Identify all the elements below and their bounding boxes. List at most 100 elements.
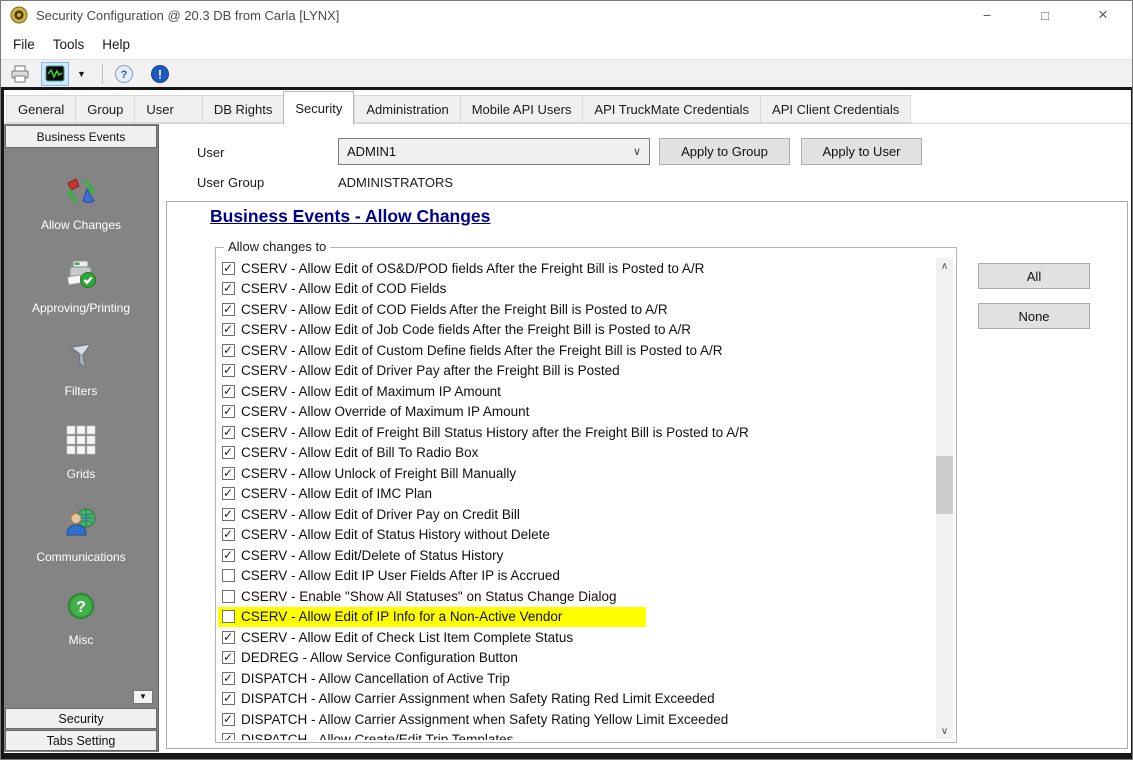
list-item[interactable]: CSERV - Allow Edit of Check List Item Co… [218, 627, 934, 648]
checkbox[interactable] [222, 262, 235, 275]
checkbox[interactable] [222, 651, 235, 664]
list-item-label: CSERV - Allow Edit of Job Code fields Af… [241, 322, 691, 337]
about-button[interactable]: ! [147, 62, 173, 86]
list-item[interactable]: CSERV - Allow Edit of Job Code fields Af… [218, 320, 934, 341]
checkbox[interactable] [222, 672, 235, 685]
shapes-sync-icon [63, 173, 99, 209]
scroll-up-icon[interactable]: ∧ [936, 258, 953, 274]
list-item-label: DISPATCH - Allow Carrier Assignment when… [241, 691, 715, 706]
sidebar-item-label: Approving/Printing [32, 301, 130, 315]
tab-mobile-api-users[interactable]: Mobile API Users [460, 95, 583, 123]
sidebar-header-business-events[interactable]: Business Events [5, 125, 157, 148]
tab-db-rights[interactable]: DB Rights [202, 95, 284, 123]
list-item[interactable]: DISPATCH - Allow Cancellation of Active … [218, 668, 934, 689]
tab-api-truckmate-credentials[interactable]: API TruckMate Credentials [582, 95, 760, 123]
tab-administration[interactable]: Administration [354, 95, 459, 123]
maximize-button[interactable]: □ [1016, 1, 1074, 29]
sidebar: Business Events [4, 124, 159, 752]
checkbox[interactable] [222, 528, 235, 541]
list-item[interactable]: CSERV - Allow Edit of IP Info for a Non-… [218, 607, 934, 628]
list-item[interactable]: CSERV - Allow Edit of COD Fields After t… [218, 299, 934, 320]
all-button[interactable]: All [978, 263, 1090, 289]
sidebar-item-allow-changes[interactable]: Allow Changes [41, 173, 121, 232]
sidebar-item-grids[interactable]: Grids [63, 422, 99, 481]
scrollbar-thumb[interactable] [936, 456, 953, 514]
minimize-button[interactable]: − [958, 1, 1016, 29]
sidebar-button-tabs-setting[interactable]: Tabs Setting [5, 730, 157, 751]
sidebar-item-communications[interactable]: Communications [36, 505, 125, 564]
checkbox[interactable] [222, 487, 235, 500]
checkbox[interactable] [222, 426, 235, 439]
menu-file[interactable]: File [4, 32, 44, 57]
db-monitor-button[interactable] [41, 62, 69, 86]
checkbox[interactable] [222, 405, 235, 418]
list-item[interactable]: CSERV - Allow Edit of Freight Bill Statu… [218, 422, 934, 443]
checkbox[interactable] [222, 590, 235, 603]
tab-security[interactable]: Security [283, 91, 354, 124]
sidebar-item-approving-printing[interactable]: Approving/Printing [32, 256, 130, 315]
list-item[interactable]: CSERV - Allow Edit of Driver Pay after t… [218, 361, 934, 382]
svg-text:?: ? [121, 69, 128, 81]
list-item[interactable]: DISPATCH - Allow Create/Edit Trip Templa… [218, 730, 934, 741]
list-item[interactable]: CSERV - Allow Edit of Bill To Radio Box [218, 443, 934, 464]
checkbox[interactable] [222, 610, 235, 623]
list-item[interactable]: CSERV - Allow Edit of Driver Pay on Cred… [218, 504, 934, 525]
list-item-label: CSERV - Allow Edit of Driver Pay after t… [241, 363, 620, 378]
checkbox[interactable] [222, 549, 235, 562]
checkbox[interactable] [222, 733, 235, 740]
checkbox[interactable] [222, 569, 235, 582]
tab-user[interactable]: User [134, 95, 201, 123]
list-scrollbar[interactable]: ∧ ∨ [936, 258, 953, 739]
checkbox[interactable] [222, 467, 235, 480]
list-item[interactable]: CSERV - Enable "Show All Statuses" on St… [218, 586, 934, 607]
tab-api-client-credentials[interactable]: API Client Credentials [760, 95, 911, 123]
list-item[interactable]: CSERV - Allow Edit of IMC Plan [218, 484, 934, 505]
close-button[interactable]: × [1074, 1, 1132, 29]
help-button[interactable]: ? [111, 62, 137, 86]
list-item-label: CSERV - Allow Edit of Bill To Radio Box [241, 445, 478, 460]
tab-group[interactable]: Group [75, 95, 134, 123]
print-button[interactable] [7, 62, 33, 86]
checkbox[interactable] [222, 385, 235, 398]
checkbox[interactable] [222, 323, 235, 336]
sidebar-item-label: Allow Changes [41, 218, 121, 232]
checkbox[interactable] [222, 303, 235, 316]
sidebar-item-filters[interactable]: Filters [63, 339, 99, 398]
list-item[interactable]: CSERV - Allow Edit of Maximum IP Amount [218, 381, 934, 402]
sidebar-item-label: Communications [36, 550, 125, 564]
list-item[interactable]: CSERV - Allow Edit of Status History wit… [218, 525, 934, 546]
menu-help[interactable]: Help [93, 32, 139, 57]
sidebar-collapse-arrow-icon[interactable]: ▼ [133, 690, 153, 704]
list-item[interactable]: DISPATCH - Allow Carrier Assignment when… [218, 689, 934, 710]
toolbar-dropdown-arrow-icon[interactable]: ▼ [69, 69, 94, 79]
menu-tools[interactable]: Tools [44, 32, 94, 57]
list-item[interactable]: CSERV - Allow Edit of COD Fields [218, 279, 934, 300]
list-item-label: CSERV - Allow Edit of IP Info for a Non-… [241, 609, 562, 624]
list-item[interactable]: CSERV - Allow Edit/Delete of Status Hist… [218, 545, 934, 566]
checkbox[interactable] [222, 446, 235, 459]
list-item[interactable]: CSERV - Allow Edit IP User Fields After … [218, 566, 934, 587]
list-item[interactable]: DEDREG - Allow Service Configuration But… [218, 648, 934, 669]
checkbox[interactable] [222, 364, 235, 377]
list-item[interactable]: DISPATCH - Allow Carrier Assignment when… [218, 709, 934, 730]
list-item[interactable]: CSERV - Allow Edit of OS&D/POD fields Af… [218, 258, 934, 279]
sidebar-item-misc[interactable]: ? Misc [63, 588, 99, 647]
checkbox[interactable] [222, 631, 235, 644]
sidebar-button-security[interactable]: Security [5, 708, 157, 729]
checkbox[interactable] [222, 508, 235, 521]
checkbox[interactable] [222, 344, 235, 357]
list-item[interactable]: CSERV - Allow Edit of Custom Define fiel… [218, 340, 934, 361]
allow-changes-groupbox: Allow changes to CSERV - Allow Edit of O… [215, 247, 957, 743]
checkbox[interactable] [222, 692, 235, 705]
apply-to-user-button[interactable]: Apply to User [801, 138, 922, 165]
user-combobox[interactable]: ADMIN1 ∨ [338, 138, 650, 165]
checkbox[interactable] [222, 282, 235, 295]
tab-general[interactable]: General [6, 95, 75, 123]
scroll-down-icon[interactable]: ∨ [936, 723, 953, 739]
checkbox[interactable] [222, 713, 235, 726]
apply-to-group-button[interactable]: Apply to Group [659, 138, 790, 165]
list-item[interactable]: CSERV - Allow Unlock of Freight Bill Man… [218, 463, 934, 484]
list-item-label: DISPATCH - Allow Carrier Assignment when… [241, 712, 728, 727]
list-item[interactable]: CSERV - Allow Override of Maximum IP Amo… [218, 402, 934, 423]
none-button[interactable]: None [978, 303, 1090, 329]
